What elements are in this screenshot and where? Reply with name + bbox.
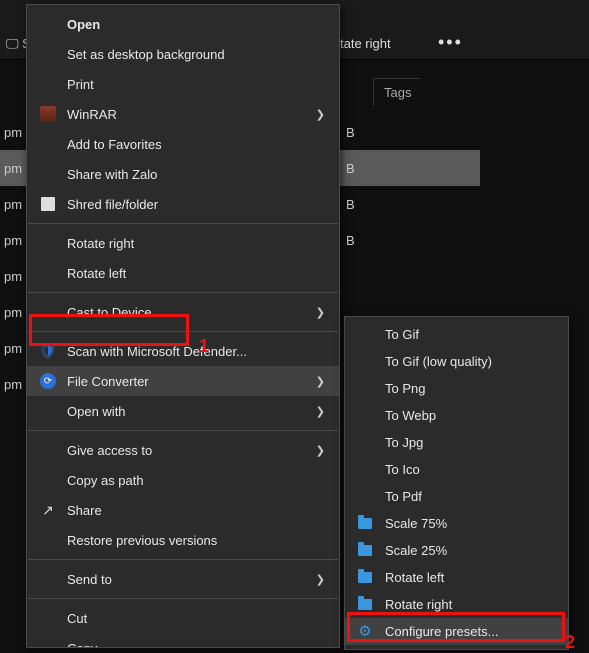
submenu-item-label: Configure presets... <box>385 624 498 639</box>
submenu-item-rotate-right[interactable]: Rotate right <box>345 591 568 618</box>
submenu-item-to-ico[interactable]: To Ico <box>345 456 568 483</box>
menu-item-label: Share with Zalo <box>67 167 157 182</box>
submenu-item-label: To Ico <box>385 462 420 477</box>
menu-item-label: Give access to <box>67 443 152 458</box>
submenu-item-configure-presets[interactable]: ⚙ Configure presets... <box>345 618 568 645</box>
menu-item-share-with-zalo[interactable]: Share with Zalo <box>27 159 339 189</box>
submenu-item-to-webp[interactable]: To Webp <box>345 402 568 429</box>
submenu-item-to-pdf[interactable]: To Pdf <box>345 483 568 510</box>
submenu-item-label: To Png <box>385 381 425 396</box>
menu-item-label: Rotate left <box>67 266 126 281</box>
menu-item-label: Shred file/folder <box>67 197 158 212</box>
menu-item-label: Open with <box>67 404 126 419</box>
menu-item-scan-with-microsoft-defender[interactable]: 🛡 Scan with Microsoft Defender... <box>27 336 339 366</box>
menu-item-label: Cut <box>67 611 87 626</box>
menu-item-cast-to-device[interactable]: Cast to Device ❯ <box>27 297 339 327</box>
shred-icon <box>39 195 57 213</box>
share-icon: ↗ <box>39 501 57 519</box>
chevron-right-icon: ❯ <box>316 444 325 457</box>
submenu-item-label: To Webp <box>385 408 436 423</box>
menu-item-label: Share <box>67 503 102 518</box>
menu-item-cut[interactable]: Cut <box>27 603 339 633</box>
menu-separator <box>28 598 338 599</box>
menu-separator <box>28 430 338 431</box>
menu-item-label: Print <box>67 77 94 92</box>
submenu-item-label: To Jpg <box>385 435 423 450</box>
chevron-right-icon: ❯ <box>316 108 325 121</box>
shield-icon: 🛡 <box>39 342 57 360</box>
menu-item-winrar[interactable]: WinRAR ❯ <box>27 99 339 129</box>
menu-item-label: File Converter <box>67 374 149 389</box>
menu-item-label: Open <box>67 17 100 32</box>
submenu-item-to-jpg[interactable]: To Jpg <box>345 429 568 456</box>
submenu-item-label: Scale 25% <box>385 543 447 558</box>
menu-item-give-access-to[interactable]: Give access to ❯ <box>27 435 339 465</box>
submenu-item-label: Rotate left <box>385 570 444 585</box>
menu-item-rotate-left[interactable]: Rotate left <box>27 258 339 288</box>
tags-column-header[interactable]: Tags <box>373 78 421 106</box>
folder-icon <box>357 516 373 532</box>
submenu-item-label: To Gif (low quality) <box>385 354 492 369</box>
submenu-item-label: Scale 75% <box>385 516 447 531</box>
menu-item-label: Copy as path <box>67 473 144 488</box>
folder-icon <box>357 570 373 586</box>
fc-icon: ⟳ <box>39 372 57 390</box>
chevron-right-icon: ❯ <box>316 573 325 586</box>
menu-item-label: WinRAR <box>67 107 117 122</box>
menu-item-share[interactable]: ↗ Share <box>27 495 339 525</box>
menu-item-copy-as-path[interactable]: Copy as path <box>27 465 339 495</box>
winrar-icon <box>39 105 57 123</box>
menu-item-open[interactable]: Open <box>27 9 339 39</box>
more-icon[interactable]: ••• <box>438 32 463 53</box>
menu-item-label: Restore previous versions <box>67 533 217 548</box>
menu-item-open-with[interactable]: Open with ❯ <box>27 396 339 426</box>
menu-separator <box>28 331 338 332</box>
gear-icon: ⚙ <box>357 624 373 640</box>
menu-separator <box>28 292 338 293</box>
menu-item-rotate-right[interactable]: Rotate right <box>27 228 339 258</box>
menu-item-label: Copy <box>67 641 97 649</box>
menu-separator <box>28 223 338 224</box>
menu-item-file-converter[interactable]: ⟳ File Converter ❯ <box>27 366 339 396</box>
submenu-item-label: Rotate right <box>385 597 452 612</box>
menu-item-shred-file-folder[interactable]: Shred file/folder <box>27 189 339 219</box>
menu-item-send-to[interactable]: Send to ❯ <box>27 564 339 594</box>
submenu-item-scale-25[interactable]: Scale 25% <box>345 537 568 564</box>
menu-item-print[interactable]: Print <box>27 69 339 99</box>
submenu-item-label: To Gif <box>385 327 419 342</box>
chevron-right-icon: ❯ <box>316 405 325 418</box>
menu-item-add-to-favorites[interactable]: Add to Favorites <box>27 129 339 159</box>
context-menu: Open Set as desktop background Print WinRAR… <box>26 4 340 648</box>
submenu-item-to-png[interactable]: To Png <box>345 375 568 402</box>
file-converter-submenu: To Gif To Gif (low quality) To Png To Webp T… <box>344 316 569 650</box>
chevron-right-icon: ❯ <box>316 375 325 388</box>
menu-item-restore-previous-versions[interactable]: Restore previous versions <box>27 525 339 555</box>
submenu-item-to-gif-low-quality[interactable]: To Gif (low quality) <box>345 348 568 375</box>
menu-item-label: Scan with Microsoft Defender... <box>67 344 247 359</box>
folder-icon <box>357 597 373 613</box>
submenu-item-to-gif[interactable]: To Gif <box>345 321 568 348</box>
menu-item-copy[interactable]: Copy <box>27 633 339 648</box>
rotate-right-fragment[interactable]: tate right <box>340 36 391 51</box>
menu-separator <box>28 559 338 560</box>
annotation-number-1: 1 <box>199 336 209 357</box>
menu-item-label: Add to Favorites <box>67 137 162 152</box>
folder-icon <box>357 543 373 559</box>
chevron-right-icon: ❯ <box>316 306 325 319</box>
menu-item-set-as-desktop-background[interactable]: Set as desktop background <box>27 39 339 69</box>
menu-item-label: Rotate right <box>67 236 134 251</box>
menu-item-label: Set as desktop background <box>67 47 225 62</box>
menu-item-label: Send to <box>67 572 112 587</box>
submenu-item-rotate-left[interactable]: Rotate left <box>345 564 568 591</box>
submenu-item-scale-75[interactable]: Scale 75% <box>345 510 568 537</box>
menu-item-label: Cast to Device <box>67 305 152 320</box>
submenu-item-label: To Pdf <box>385 489 422 504</box>
